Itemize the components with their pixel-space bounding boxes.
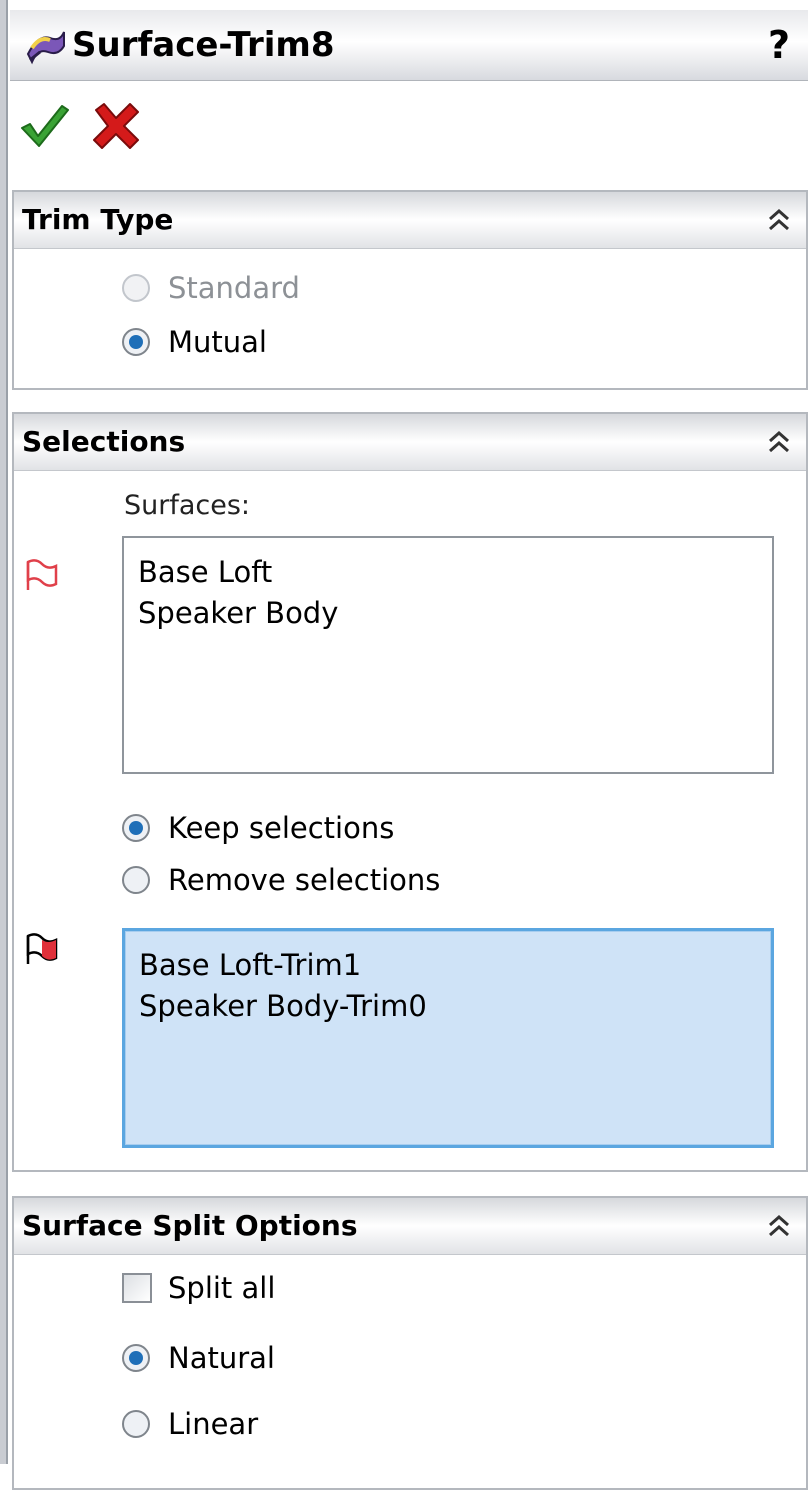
help-icon[interactable]: ?	[768, 20, 790, 70]
radio-remove-circle	[122, 866, 150, 894]
radio-keep-circle	[122, 814, 150, 842]
trim-type-group: Trim Type Standard Mutual	[12, 190, 808, 390]
trim-type-header[interactable]: Trim Type	[14, 192, 806, 249]
selections-title: Selections	[22, 425, 186, 458]
pieces-selection-icon	[26, 933, 58, 964]
radio-natural[interactable]: Natural	[120, 1338, 275, 1378]
cancel-button[interactable]	[90, 100, 142, 152]
selections-group: Selections Surfaces: Base Loft Speaker B…	[12, 412, 808, 1172]
list-item[interactable]: Base Loft	[138, 552, 758, 593]
surface-selection-icon	[26, 559, 58, 590]
radio-natural-label: Natural	[168, 1341, 275, 1375]
trim-type-title: Trim Type	[22, 203, 174, 236]
radio-linear-circle	[122, 1410, 150, 1438]
radio-mutual[interactable]: Mutual	[120, 322, 267, 362]
page-title: Surface-Trim8	[72, 25, 335, 65]
list-item[interactable]: Speaker Body-Trim0	[139, 986, 757, 1027]
surface-split-options-header[interactable]: Surface Split Options	[14, 1198, 806, 1255]
double-chevron-up-icon[interactable]	[766, 428, 792, 456]
radio-standard-circle	[122, 274, 150, 302]
checkbox-split-all[interactable]: Split all	[122, 1268, 275, 1308]
checkbox-split-all-box	[122, 1273, 152, 1303]
x-icon	[93, 103, 139, 149]
checkbox-split-all-label: Split all	[168, 1271, 276, 1305]
surface-split-options-group: Surface Split Options Split all Natural …	[12, 1196, 808, 1490]
check-icon	[21, 105, 69, 147]
list-item[interactable]: Speaker Body	[138, 593, 758, 634]
radio-remove-label: Remove selections	[168, 863, 441, 897]
list-item[interactable]: Base Loft-Trim1	[139, 945, 757, 986]
radio-mutual-label: Mutual	[168, 325, 267, 359]
pieces-to-keep-list[interactable]: Base Loft-Trim1 Speaker Body-Trim0	[122, 928, 774, 1148]
radio-keep-selections[interactable]: Keep selections	[120, 808, 394, 848]
surface-trim-icon	[26, 31, 65, 65]
surfaces-label: Surfaces:	[124, 490, 251, 521]
radio-linear-label: Linear	[168, 1407, 259, 1441]
radio-remove-selections[interactable]: Remove selections	[120, 860, 440, 900]
double-chevron-up-icon[interactable]	[766, 206, 792, 234]
radio-mutual-circle	[122, 328, 150, 356]
selections-header[interactable]: Selections	[14, 414, 806, 471]
ok-button[interactable]	[18, 102, 70, 150]
surface-split-options-title: Surface Split Options	[22, 1209, 358, 1242]
radio-keep-label: Keep selections	[168, 811, 395, 845]
radio-linear[interactable]: Linear	[120, 1404, 258, 1444]
radio-standard-label: Standard	[168, 271, 300, 305]
panel-left-edge	[0, 0, 8, 1464]
double-chevron-up-icon[interactable]	[766, 1212, 792, 1240]
radio-natural-circle	[122, 1344, 150, 1372]
surfaces-list[interactable]: Base Loft Speaker Body	[122, 536, 774, 774]
property-manager-titlebar: Surface-Trim8 ?	[10, 10, 808, 81]
radio-standard[interactable]: Standard	[120, 268, 300, 308]
